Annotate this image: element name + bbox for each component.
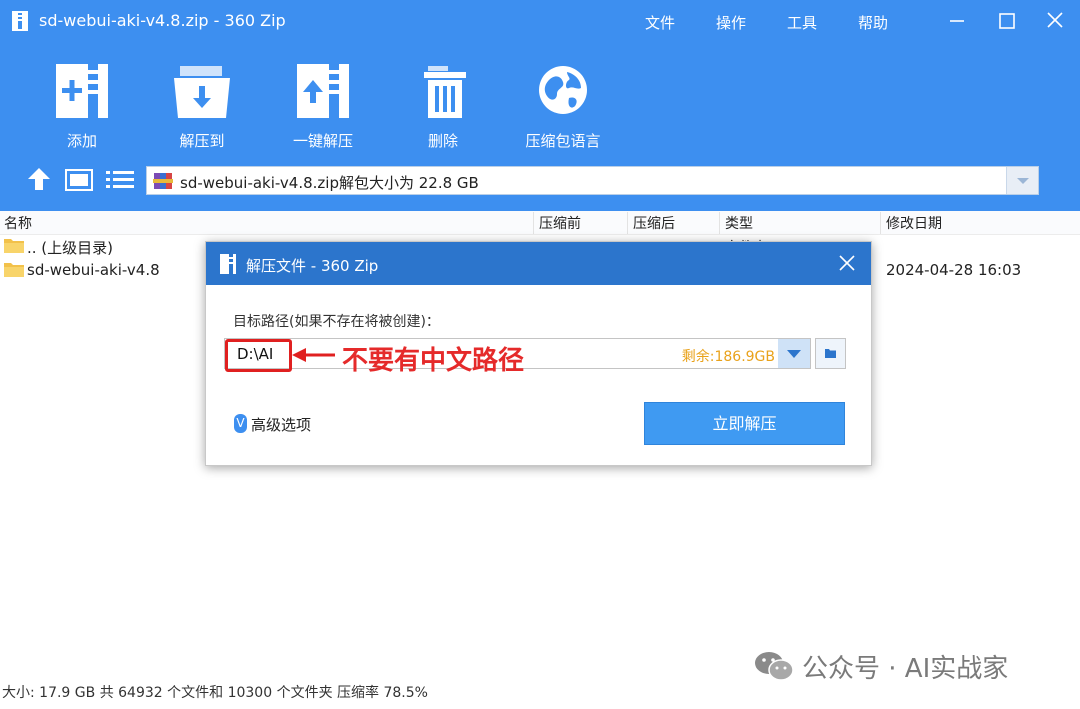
archive-language-label: 压缩包语言 [525, 132, 601, 150]
dialog-title-bar: 解压文件 - 360 Zip [206, 242, 871, 285]
column-type[interactable]: 类型 [725, 213, 753, 233]
folder-open-icon [825, 349, 836, 358]
column-separator [719, 212, 720, 234]
add-file-icon [56, 64, 108, 118]
up-arrow-icon[interactable] [27, 166, 51, 192]
delete-label: 删除 [427, 132, 458, 150]
thumbnail-view-icon[interactable] [65, 169, 93, 191]
path-text: sd-webui-aki-v4.8.zip解包大小为 22.8 GB [180, 174, 479, 192]
menu-operate[interactable]: 操作 [716, 12, 746, 33]
column-modified[interactable]: 修改日期 [886, 213, 942, 233]
folder-icon [4, 239, 24, 253]
winrar-archive-icon [153, 173, 173, 189]
list-item-name: .. (上级目录) [27, 239, 114, 257]
archive-icon [220, 254, 236, 274]
header: sd-webui-aki-v4.8.zip - 360 Zip 文件 操作 工具… [0, 0, 1080, 211]
column-separator [880, 212, 881, 234]
globe-icon [539, 66, 587, 114]
menu-help[interactable]: 帮助 [858, 12, 888, 33]
minimize-icon[interactable] [942, 8, 972, 34]
path-history-dropdown[interactable] [778, 339, 810, 368]
watermark-text: 公众号 · AI实战家 [802, 654, 1009, 684]
extract-dialog: 解压文件 - 360 Zip 目标路径(如果不存在将被创建)： 剩余:186.9… [205, 241, 872, 466]
path-bar[interactable]: sd-webui-aki-v4.8.zip解包大小为 22.8 GB [146, 166, 1039, 195]
window-title: sd-webui-aki-v4.8.zip - 360 Zip [39, 11, 286, 30]
menu-tools[interactable]: 工具 [787, 12, 817, 33]
trash-icon [424, 66, 466, 118]
extract-to-label: 解压到 [179, 132, 225, 150]
column-separator [627, 212, 628, 234]
extract-now-button[interactable]: 立即解压 [644, 402, 845, 445]
extract-to-button[interactable]: 解压到 [157, 62, 247, 152]
advanced-options-link[interactable]: 高级选项 [251, 414, 311, 435]
add-label: 添加 [66, 132, 97, 150]
list-item-modified: 2024-04-28 16:03 [886, 261, 1022, 279]
chevron-down-icon [1017, 178, 1029, 184]
status-bar: 大小: 17.9 GB 共 64932 个文件和 10300 个文件夹 压缩率 … [2, 685, 428, 701]
annotation-arrow-icon [292, 348, 335, 362]
column-name[interactable]: 名称 [4, 213, 32, 233]
target-path-label: 目标路径(如果不存在将被创建)： [233, 314, 440, 330]
extract-to-icon [174, 66, 230, 118]
browse-folder-button[interactable] [815, 338, 846, 369]
list-item-name: sd-webui-aki-v4.8 [27, 261, 160, 279]
column-size-before[interactable]: 压缩前 [539, 213, 581, 233]
title-bar: sd-webui-aki-v4.8.zip - 360 Zip 文件 操作 工具… [0, 0, 1080, 42]
maximize-icon[interactable] [992, 8, 1022, 34]
add-button[interactable]: 添加 [37, 62, 127, 152]
advanced-options-icon[interactable]: V [234, 414, 247, 433]
archive-language-button[interactable]: 压缩包语言 [518, 62, 608, 152]
one-click-extract-icon [297, 64, 349, 118]
chevron-down-icon [787, 350, 801, 358]
column-size-after[interactable]: 压缩后 [633, 213, 675, 233]
one-click-extract-label: 一键解压 [292, 132, 353, 150]
archive-icon [12, 11, 28, 31]
app-window: sd-webui-aki-v4.8.zip - 360 Zip 文件 操作 工具… [0, 0, 1080, 709]
column-separator [533, 212, 534, 234]
dialog-close-icon[interactable] [835, 251, 859, 275]
list-view-icon[interactable] [106, 170, 134, 190]
menu-file[interactable]: 文件 [645, 12, 675, 33]
close-icon[interactable] [1040, 8, 1070, 34]
delete-button[interactable]: 删除 [398, 62, 488, 152]
path-dropdown-button[interactable] [1006, 167, 1038, 194]
annotation-highlight-box [225, 339, 292, 372]
dialog-title: 解压文件 - 360 Zip [246, 257, 379, 275]
one-click-extract-button[interactable]: 一键解压 [278, 62, 368, 152]
wechat-icon [755, 652, 794, 681]
free-space-text: 剩余:186.9GB [681, 349, 775, 365]
folder-icon [4, 263, 24, 277]
annotation-text: 不要有中文路径 [342, 346, 525, 376]
